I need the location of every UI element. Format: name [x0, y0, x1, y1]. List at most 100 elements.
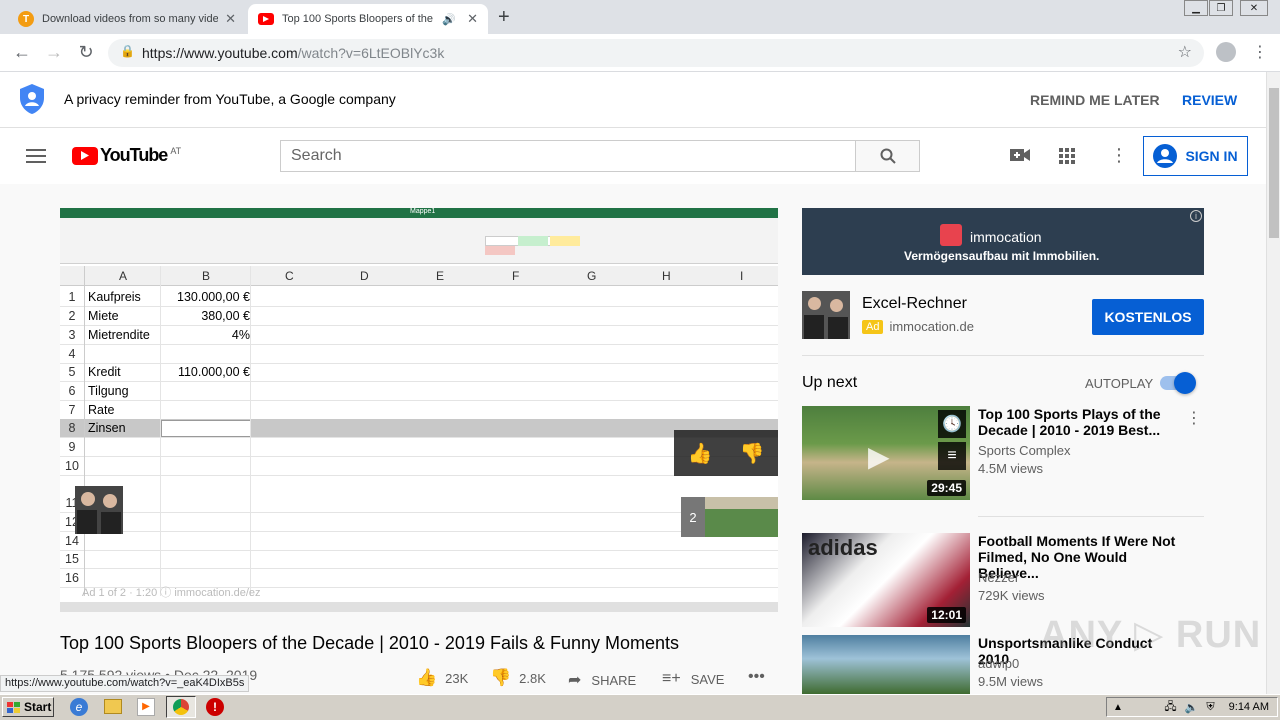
start-label: Start: [24, 700, 52, 714]
close-tab-icon[interactable]: ✕: [467, 11, 478, 27]
excel-row: 1 Kaufpreis 130.000,00 €: [60, 288, 778, 307]
video-player[interactable]: Mappe1 A B C D E F G H I 1 Kaufpreis 130.0…: [60, 208, 778, 612]
excel-row: 12: [60, 513, 778, 532]
minimize-icon[interactable]: ▁: [1184, 0, 1208, 16]
page-scrollbar[interactable]: [1266, 72, 1280, 694]
column-header: D: [360, 269, 369, 283]
close-window-icon[interactable]: ✕: [1240, 0, 1268, 16]
up-next-heading: Up next: [802, 374, 858, 391]
tab-title: Download videos from so many video: [42, 13, 218, 25]
speaker-icon[interactable]: 🔊: [442, 13, 456, 26]
lock-icon: 🔒: [120, 44, 135, 58]
play-icon: ▶: [868, 441, 890, 472]
ie-icon[interactable]: e: [70, 698, 88, 716]
hamburger-menu-icon[interactable]: [26, 149, 46, 163]
chrome-menu-icon[interactable]: ⋮: [1252, 42, 1268, 62]
autoplay-toggle[interactable]: [1160, 372, 1196, 394]
share-arrow-icon: ➦: [568, 672, 582, 689]
excel-row: 2 Miete 380,00 €: [60, 307, 778, 326]
advertiser-avatar[interactable]: [802, 291, 850, 339]
settings-more-icon[interactable]: ⋮: [1110, 145, 1128, 166]
excel-row: 7 Rate: [60, 401, 778, 420]
search-input[interactable]: Search: [280, 140, 856, 172]
remind-me-later-button[interactable]: REMIND ME LATER: [1030, 92, 1160, 108]
rec-channel[interactable]: Sports Complex: [978, 443, 1070, 458]
apps-grid-icon[interactable]: [1059, 148, 1075, 167]
clock[interactable]: 9:14 AM: [1229, 701, 1269, 713]
channel-avatar-overlay[interactable]: [75, 486, 123, 534]
next-video-preview[interactable]: 2: [681, 497, 778, 537]
more-actions-icon[interactable]: •••: [748, 668, 765, 686]
sign-in-button[interactable]: SIGN IN: [1143, 136, 1248, 176]
scrollbar-thumb[interactable]: [1269, 88, 1279, 238]
security-icon[interactable]: ⛨: [1206, 701, 1214, 714]
excel-row: 5 Kredit 110.000,00 €: [60, 363, 778, 382]
toggle-knob: [1174, 372, 1196, 394]
chrome-icon: [173, 699, 189, 715]
ad-info-icon[interactable]: i: [1190, 210, 1202, 222]
tray-expand-icon[interactable]: ▲: [1113, 702, 1123, 713]
restore-icon[interactable]: ❐: [1209, 0, 1233, 16]
new-tab-icon[interactable]: +: [498, 6, 510, 29]
rec-channel[interactable]: adwip0: [978, 656, 1019, 671]
excel-row: 6 Tilgung: [60, 382, 778, 401]
excel-row: 10: [60, 457, 778, 476]
ad-banner[interactable]: immocation Vermögensaufbau mit Immobilie…: [802, 208, 1204, 275]
network-icon[interactable]: 🖧: [1164, 698, 1176, 717]
share-button[interactable]: ➦ SHARE: [568, 670, 636, 690]
forward-icon[interactable]: →: [42, 42, 66, 63]
media-player-icon[interactable]: ▶: [137, 698, 155, 716]
youtube-logo[interactable]: YouTube AT: [72, 145, 181, 166]
excel-row: 14: [60, 532, 778, 551]
rec-thumbnail[interactable]: [802, 635, 970, 694]
rec-thumbnail[interactable]: ▶ 🕓 ≡ 29:45: [802, 406, 970, 500]
ad-title[interactable]: Excel-Rechner: [862, 295, 967, 313]
address-bar[interactable]: 🔒 https://www.youtube.com/watch?v=6LtEOB…: [108, 39, 1204, 67]
excel-row: 3 Mietrendite 4%: [60, 326, 778, 345]
rec-menu-icon[interactable]: ⋮: [1186, 408, 1202, 428]
volume-icon[interactable]: 🔈: [1185, 701, 1199, 714]
video-duration: 29:45: [927, 480, 966, 496]
profile-icon[interactable]: [1216, 42, 1236, 62]
start-button[interactable]: Start: [2, 697, 54, 717]
rec-channel[interactable]: Nezzer: [978, 570, 1019, 585]
ad-badge: Ad: [862, 319, 884, 334]
rec-title[interactable]: Top 100 Sports Plays of the Decade | 201…: [978, 406, 1178, 438]
close-tab-icon[interactable]: ✕: [225, 11, 236, 27]
add-to-queue-icon[interactable]: ≡: [938, 442, 966, 470]
folder-icon[interactable]: [104, 699, 122, 714]
excel-column-headers: A B C D E F G H I: [60, 266, 778, 286]
create-video-icon[interactable]: [1010, 148, 1030, 165]
blocked-app-icon[interactable]: !: [206, 698, 224, 716]
privacy-reminder-bar: A privacy reminder from YouTube, a Googl…: [0, 72, 1266, 128]
rec-thumbnail[interactable]: adidas 12:01: [802, 533, 970, 627]
search-button[interactable]: [855, 140, 920, 172]
bookmark-star-icon[interactable]: ☆: [1178, 42, 1192, 62]
thumbs-down-icon[interactable]: 👎: [740, 441, 765, 466]
tab-youtube[interactable]: Top 100 Sports Bloopers of the 🔊 ✕: [248, 4, 488, 34]
chrome-taskbar-button[interactable]: [166, 696, 196, 718]
watch-later-icon[interactable]: 🕓: [938, 410, 966, 438]
reload-icon[interactable]: ↻: [74, 42, 98, 63]
rec-views: 729K views: [978, 588, 1045, 603]
save-button[interactable]: ≡+ SAVE: [662, 670, 724, 688]
search-icon: [880, 148, 896, 164]
back-icon[interactable]: ←: [10, 42, 34, 63]
thumbs-up-icon[interactable]: 👍: [688, 441, 713, 466]
excel-titlebar: Mappe1: [60, 208, 778, 218]
tab-title: Top 100 Sports Bloopers of the: [282, 13, 434, 25]
like-button[interactable]: 👍 23K: [416, 668, 468, 688]
like-dislike-overlay[interactable]: 👍 👎: [674, 430, 778, 476]
column-header: A: [119, 269, 128, 283]
review-button[interactable]: REVIEW: [1182, 92, 1237, 108]
ad-cta-button[interactable]: KOSTENLOS: [1092, 299, 1204, 335]
url-path: /watch?v=6LtEOBlYc3k: [297, 45, 445, 61]
dislike-button[interactable]: 👎 2.8K: [490, 668, 546, 688]
ad-info-text[interactable]: Ad 1 of 2 · 1:20 ⓘ immocation.de/ez: [82, 584, 261, 600]
excel-row: 4: [60, 345, 778, 364]
thumbs-down-icon: 👎: [490, 668, 512, 687]
like-count: 23K: [445, 670, 469, 686]
tab-downloader[interactable]: T Download videos from so many video ✕: [8, 4, 246, 34]
dislike-count: 2.8K: [519, 670, 546, 686]
video-duration: 12:01: [927, 607, 966, 623]
